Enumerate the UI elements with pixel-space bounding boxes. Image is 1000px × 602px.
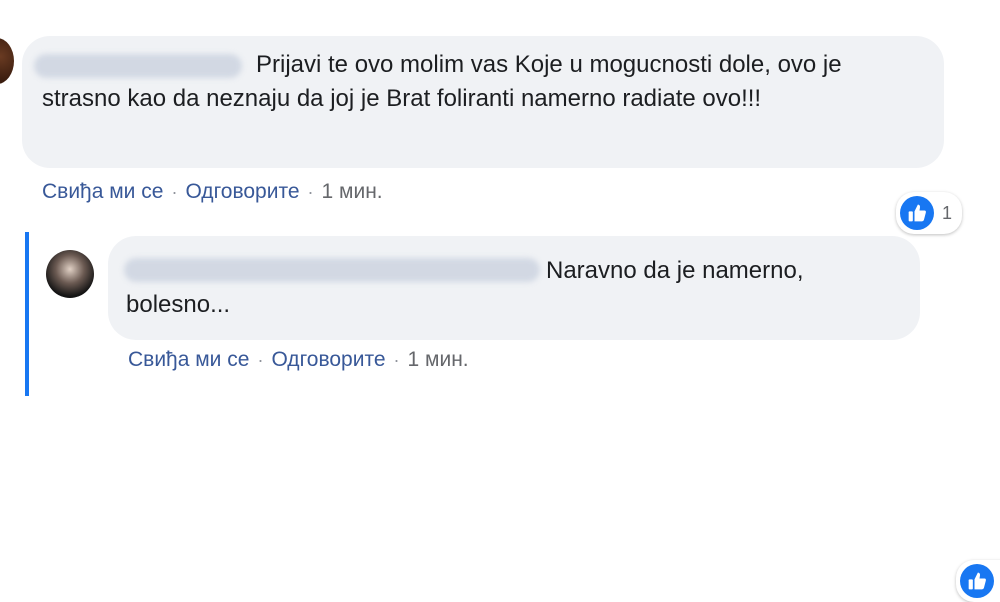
like-link[interactable]: Свиђа ми се bbox=[128, 348, 249, 372]
reply-actions: Свиђа ми се · Одговорите · 1 мин. bbox=[128, 348, 469, 372]
timestamp[interactable]: 1 мин. bbox=[322, 180, 383, 204]
separator: · bbox=[171, 181, 178, 202]
comment-actions: Свиђа ми се · Одговорите · 1 мин. bbox=[42, 180, 383, 204]
comment-text: Prijavi te ovo molim vas Koje u mogucnos… bbox=[42, 51, 842, 112]
reply-link[interactable]: Одговорите bbox=[185, 180, 299, 204]
reaction-summary[interactable]: 1 bbox=[956, 560, 1000, 602]
separator: · bbox=[257, 349, 264, 370]
reply-link[interactable]: Одговорите bbox=[271, 348, 385, 372]
reply-thread-line bbox=[25, 232, 29, 396]
comment-bubble: Prijavi te ovo molim vas Koje u mogucnos… bbox=[22, 36, 963, 234]
reaction-summary[interactable]: 1 bbox=[896, 192, 963, 234]
reaction-count: 1 bbox=[942, 203, 953, 223]
reply-avatar[interactable] bbox=[46, 250, 94, 298]
thumbs-up-icon bbox=[960, 564, 994, 598]
separator: · bbox=[393, 349, 400, 370]
separator: · bbox=[307, 181, 314, 202]
timestamp[interactable]: 1 мин. bbox=[408, 348, 469, 372]
reply-text: Naravno da je namerno, bolesno... bbox=[126, 257, 804, 318]
commenter-avatar[interactable] bbox=[0, 38, 14, 84]
reply-bubble: Naravno da je namerno, bolesno... 1 bbox=[108, 236, 1000, 602]
thumbs-up-icon bbox=[900, 196, 934, 230]
like-link[interactable]: Свиђа ми се bbox=[42, 180, 163, 204]
